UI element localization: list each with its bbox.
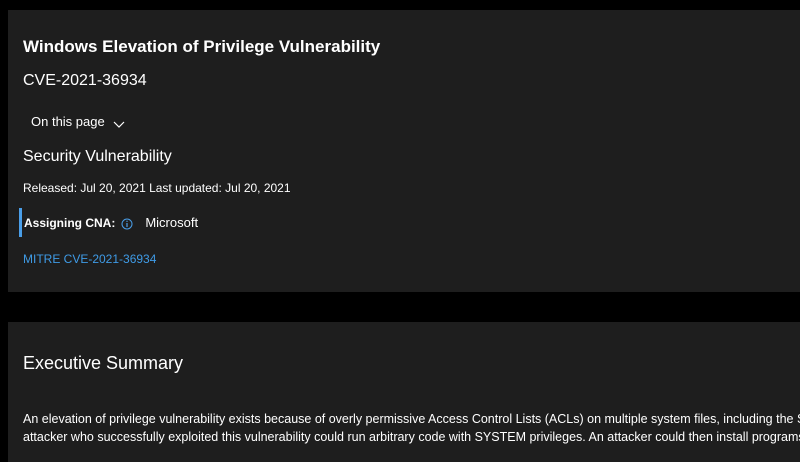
cna-value: Microsoft <box>145 215 199 230</box>
mitre-cve-link[interactable]: MITRE CVE-2021-36934 <box>23 252 156 266</box>
section-heading: Security Vulnerability <box>23 148 172 165</box>
executive-summary-card: Executive Summary An elevation of privil… <box>8 322 800 462</box>
vulnerability-header-card: Windows Elevation of Privilege Vulnerabi… <box>8 10 800 292</box>
summary-line: attacker who successfully exploited this… <box>23 430 800 444</box>
release-dates: Released: Jul 20, 2021 Last updated: Jul… <box>23 181 291 195</box>
executive-summary-text: An elevation of privilege vulnerability … <box>23 410 800 446</box>
info-icon[interactable] <box>121 217 133 229</box>
cve-id: CVE-2021-36934 <box>23 72 147 89</box>
assigning-cna-row: Assigning CNA: Microsoft <box>19 208 198 237</box>
on-this-page-label: On this page <box>31 114 105 129</box>
page-title: Windows Elevation of Privilege Vulnerabi… <box>23 37 381 56</box>
chevron-down-icon <box>113 117 125 128</box>
summary-line: An elevation of privilege vulnerability … <box>23 412 800 426</box>
executive-summary-heading: Executive Summary <box>23 353 184 373</box>
cna-label: Assigning CNA: <box>24 215 116 230</box>
on-this-page-dropdown[interactable]: On this page <box>31 114 125 129</box>
